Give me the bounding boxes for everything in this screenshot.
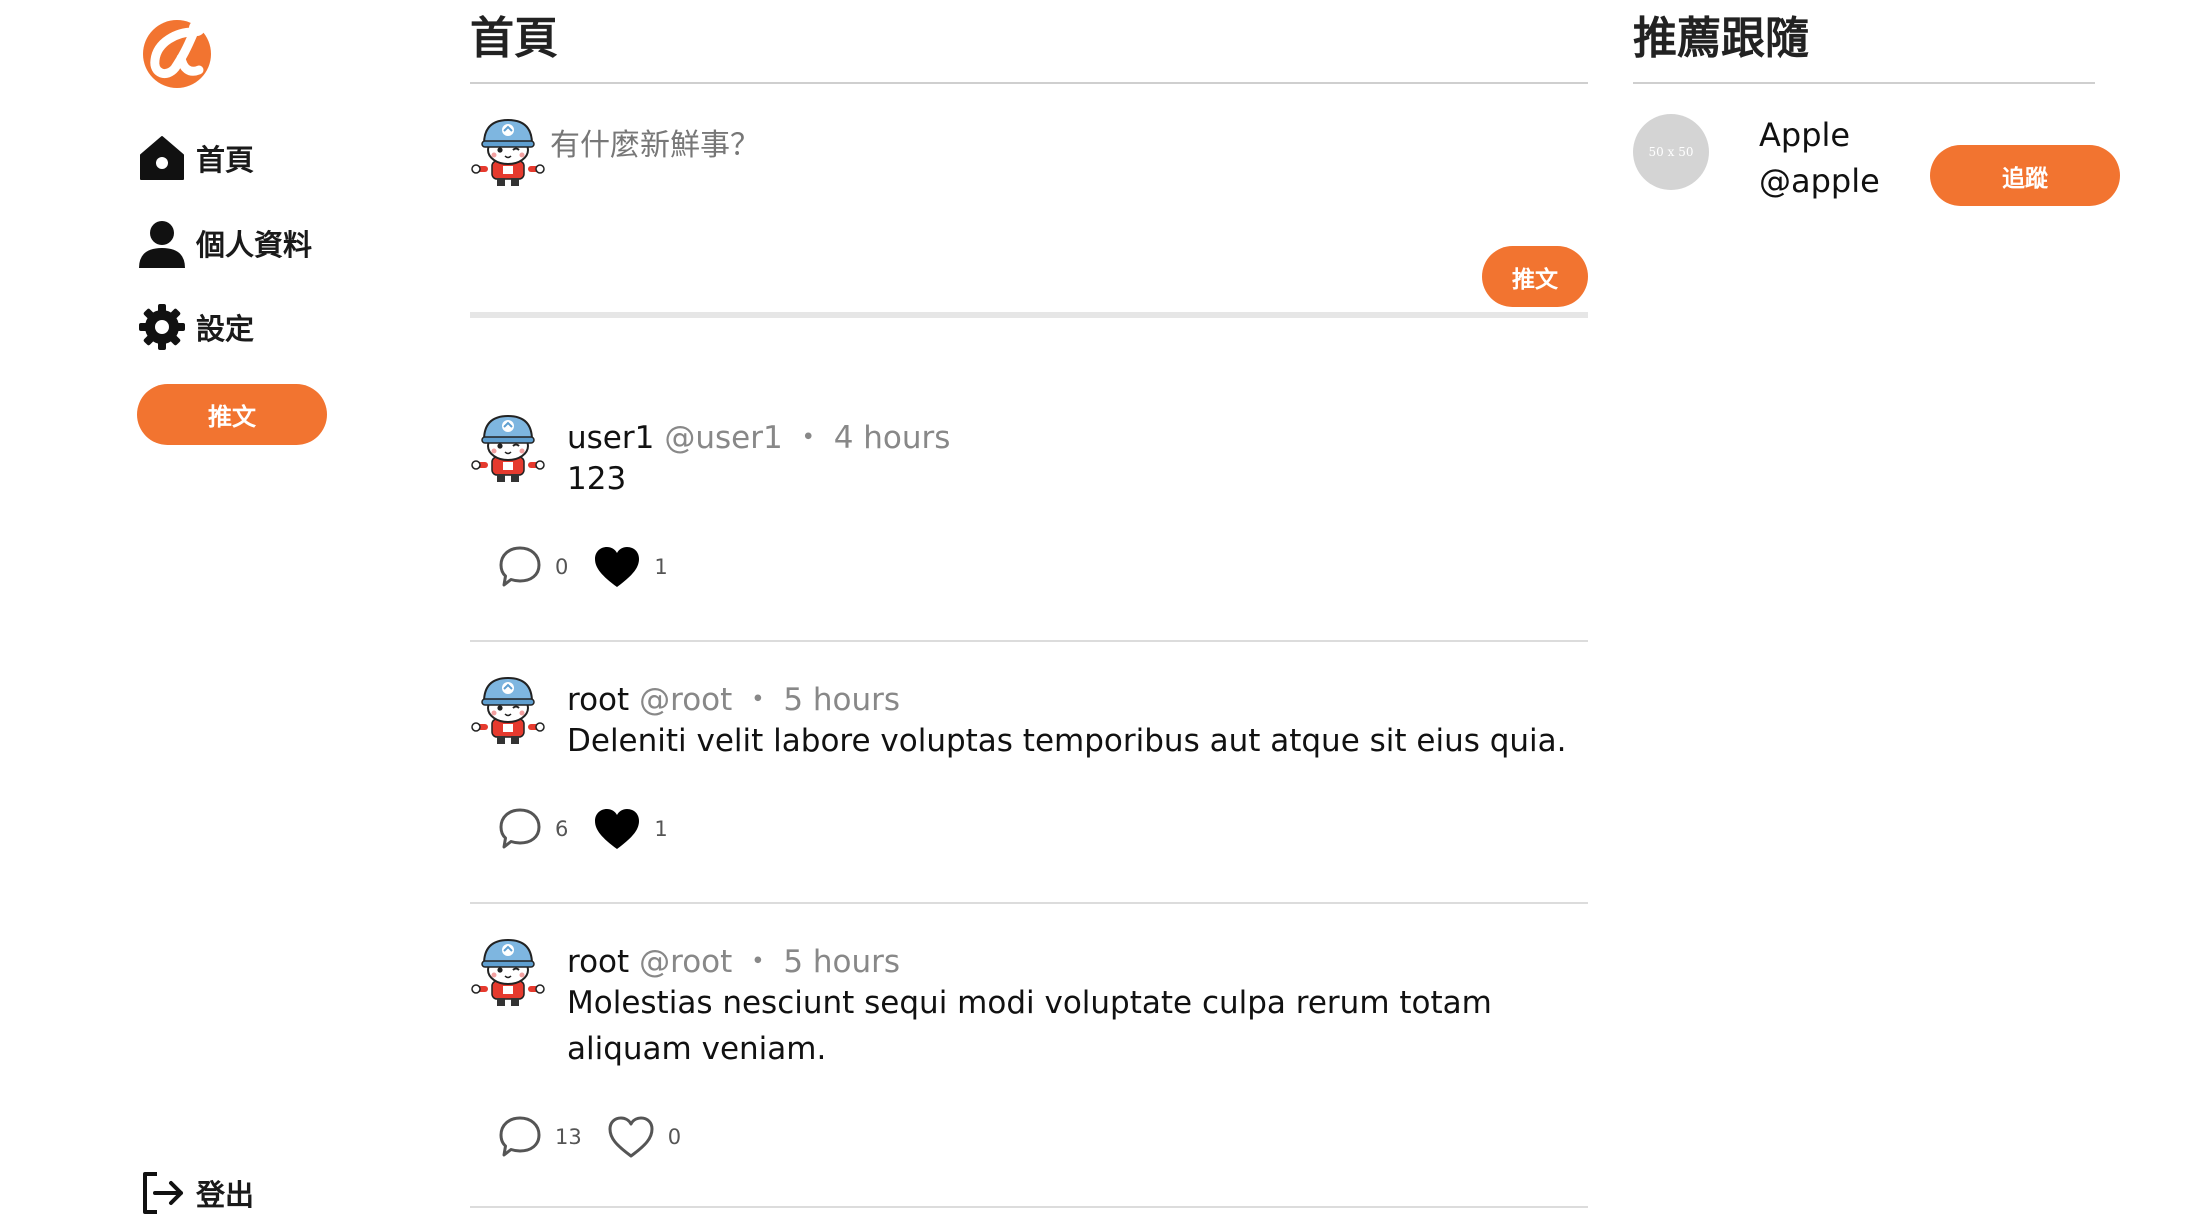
avatar[interactable] <box>470 672 546 748</box>
like-button[interactable]: 1 <box>592 544 668 590</box>
suggestion-name[interactable]: Apple <box>1759 116 1850 154</box>
avatar[interactable] <box>470 410 546 486</box>
divider <box>470 902 1588 904</box>
home-icon <box>137 133 187 183</box>
tweet-author-name[interactable]: user1 <box>567 420 654 456</box>
like-count: 1 <box>654 555 668 579</box>
tweet-header: root @root ・ 5 hours <box>567 936 900 981</box>
tweet-actions: 13 0 <box>497 1114 681 1160</box>
suggestions-title: 推薦跟隨 <box>1633 13 1809 64</box>
reply-icon <box>499 1116 541 1157</box>
sidebar-item-home[interactable]: 首頁 <box>137 130 377 186</box>
divider <box>470 312 1588 318</box>
separator: ・ <box>742 944 774 980</box>
tweet-author-handle[interactable]: @user1 <box>664 420 782 456</box>
compose-tweet-button[interactable]: 推文 <box>1482 246 1588 307</box>
tweet-actions: 6 1 <box>497 806 668 852</box>
like-count: 0 <box>667 1125 682 1149</box>
sidebar-item-label: 個人資料 <box>196 228 313 262</box>
logout-icon <box>137 1168 187 1218</box>
tweet-actions: 0 1 <box>497 544 668 590</box>
reply-icon <box>499 808 541 849</box>
sidebar-item-label: 設定 <box>196 312 255 346</box>
reply-button[interactable]: 13 <box>497 1114 582 1160</box>
suggestion-item: 50 x 50 Apple @apple 追蹤 <box>1633 114 2200 214</box>
tweet-author-name[interactable]: root <box>567 944 629 980</box>
compose-box: 推文 <box>470 84 1588 316</box>
tweet-author-name[interactable]: root <box>567 682 629 718</box>
user-icon <box>137 218 187 268</box>
alpha-logo-icon[interactable] <box>137 12 217 92</box>
divider <box>1633 82 2095 84</box>
tweet-author-handle[interactable]: @root <box>639 682 732 718</box>
avatar[interactable]: 50 x 50 <box>1633 114 1709 190</box>
tweet-header: root @root ・ 5 hours <box>567 674 900 719</box>
divider <box>470 640 1588 642</box>
suggestion-handle[interactable]: @apple <box>1759 162 1880 200</box>
heart-filled-icon <box>595 547 640 587</box>
tweet-text: Molestias nesciunt sequi modi voluptate … <box>567 985 1492 1067</box>
tweet-author-handle[interactable]: @root <box>639 944 732 980</box>
tweet-text: Deleniti velit labore voluptas temporibu… <box>567 723 1567 759</box>
logout-button[interactable]: 登出 <box>137 1165 377 1221</box>
like-button[interactable]: 0 <box>606 1114 681 1160</box>
logout-label: 登出 <box>196 1178 255 1212</box>
tweet-text: 123 <box>567 461 627 497</box>
reply-button[interactable]: 0 <box>497 544 568 590</box>
avatar[interactable] <box>470 934 546 1010</box>
reply-icon <box>499 546 541 587</box>
reply-count: 6 <box>555 817 569 841</box>
tweet-timestamp: 5 hours <box>783 944 901 980</box>
avatar[interactable] <box>470 114 546 190</box>
compose-input[interactable] <box>550 120 1550 240</box>
tweet-header: user1 @user1 ・ 4 hours <box>567 412 950 457</box>
sidebar-item-profile[interactable]: 個人資料 <box>137 215 377 271</box>
separator: ・ <box>792 420 824 456</box>
heart-outline-icon <box>608 1116 654 1158</box>
like-count: 1 <box>654 817 668 841</box>
sidebar: 首頁 個人資料 設定 推文 登出 <box>137 0 377 1228</box>
reply-button[interactable]: 6 <box>497 806 568 852</box>
divider <box>470 1206 1588 1208</box>
reply-count: 0 <box>555 555 569 579</box>
sidebar-tweet-button[interactable]: 推文 <box>137 384 327 445</box>
sidebar-item-label: 首頁 <box>196 143 255 177</box>
separator: ・ <box>742 682 774 718</box>
app: 首頁 個人資料 設定 推文 登出 首頁 有什麼新鮮事？ 推文 user1 @us… <box>0 0 2200 1228</box>
tweet-timestamp: 4 hours <box>833 420 951 456</box>
reply-count: 13 <box>555 1125 582 1149</box>
follow-button[interactable]: 追蹤 <box>1930 145 2120 206</box>
like-button[interactable]: 1 <box>592 806 668 852</box>
gear-icon <box>137 302 187 352</box>
tweet-timestamp: 5 hours <box>783 682 901 718</box>
heart-filled-icon <box>595 809 640 849</box>
page-title: 首頁 <box>470 13 558 64</box>
sidebar-item-settings[interactable]: 設定 <box>137 299 377 355</box>
